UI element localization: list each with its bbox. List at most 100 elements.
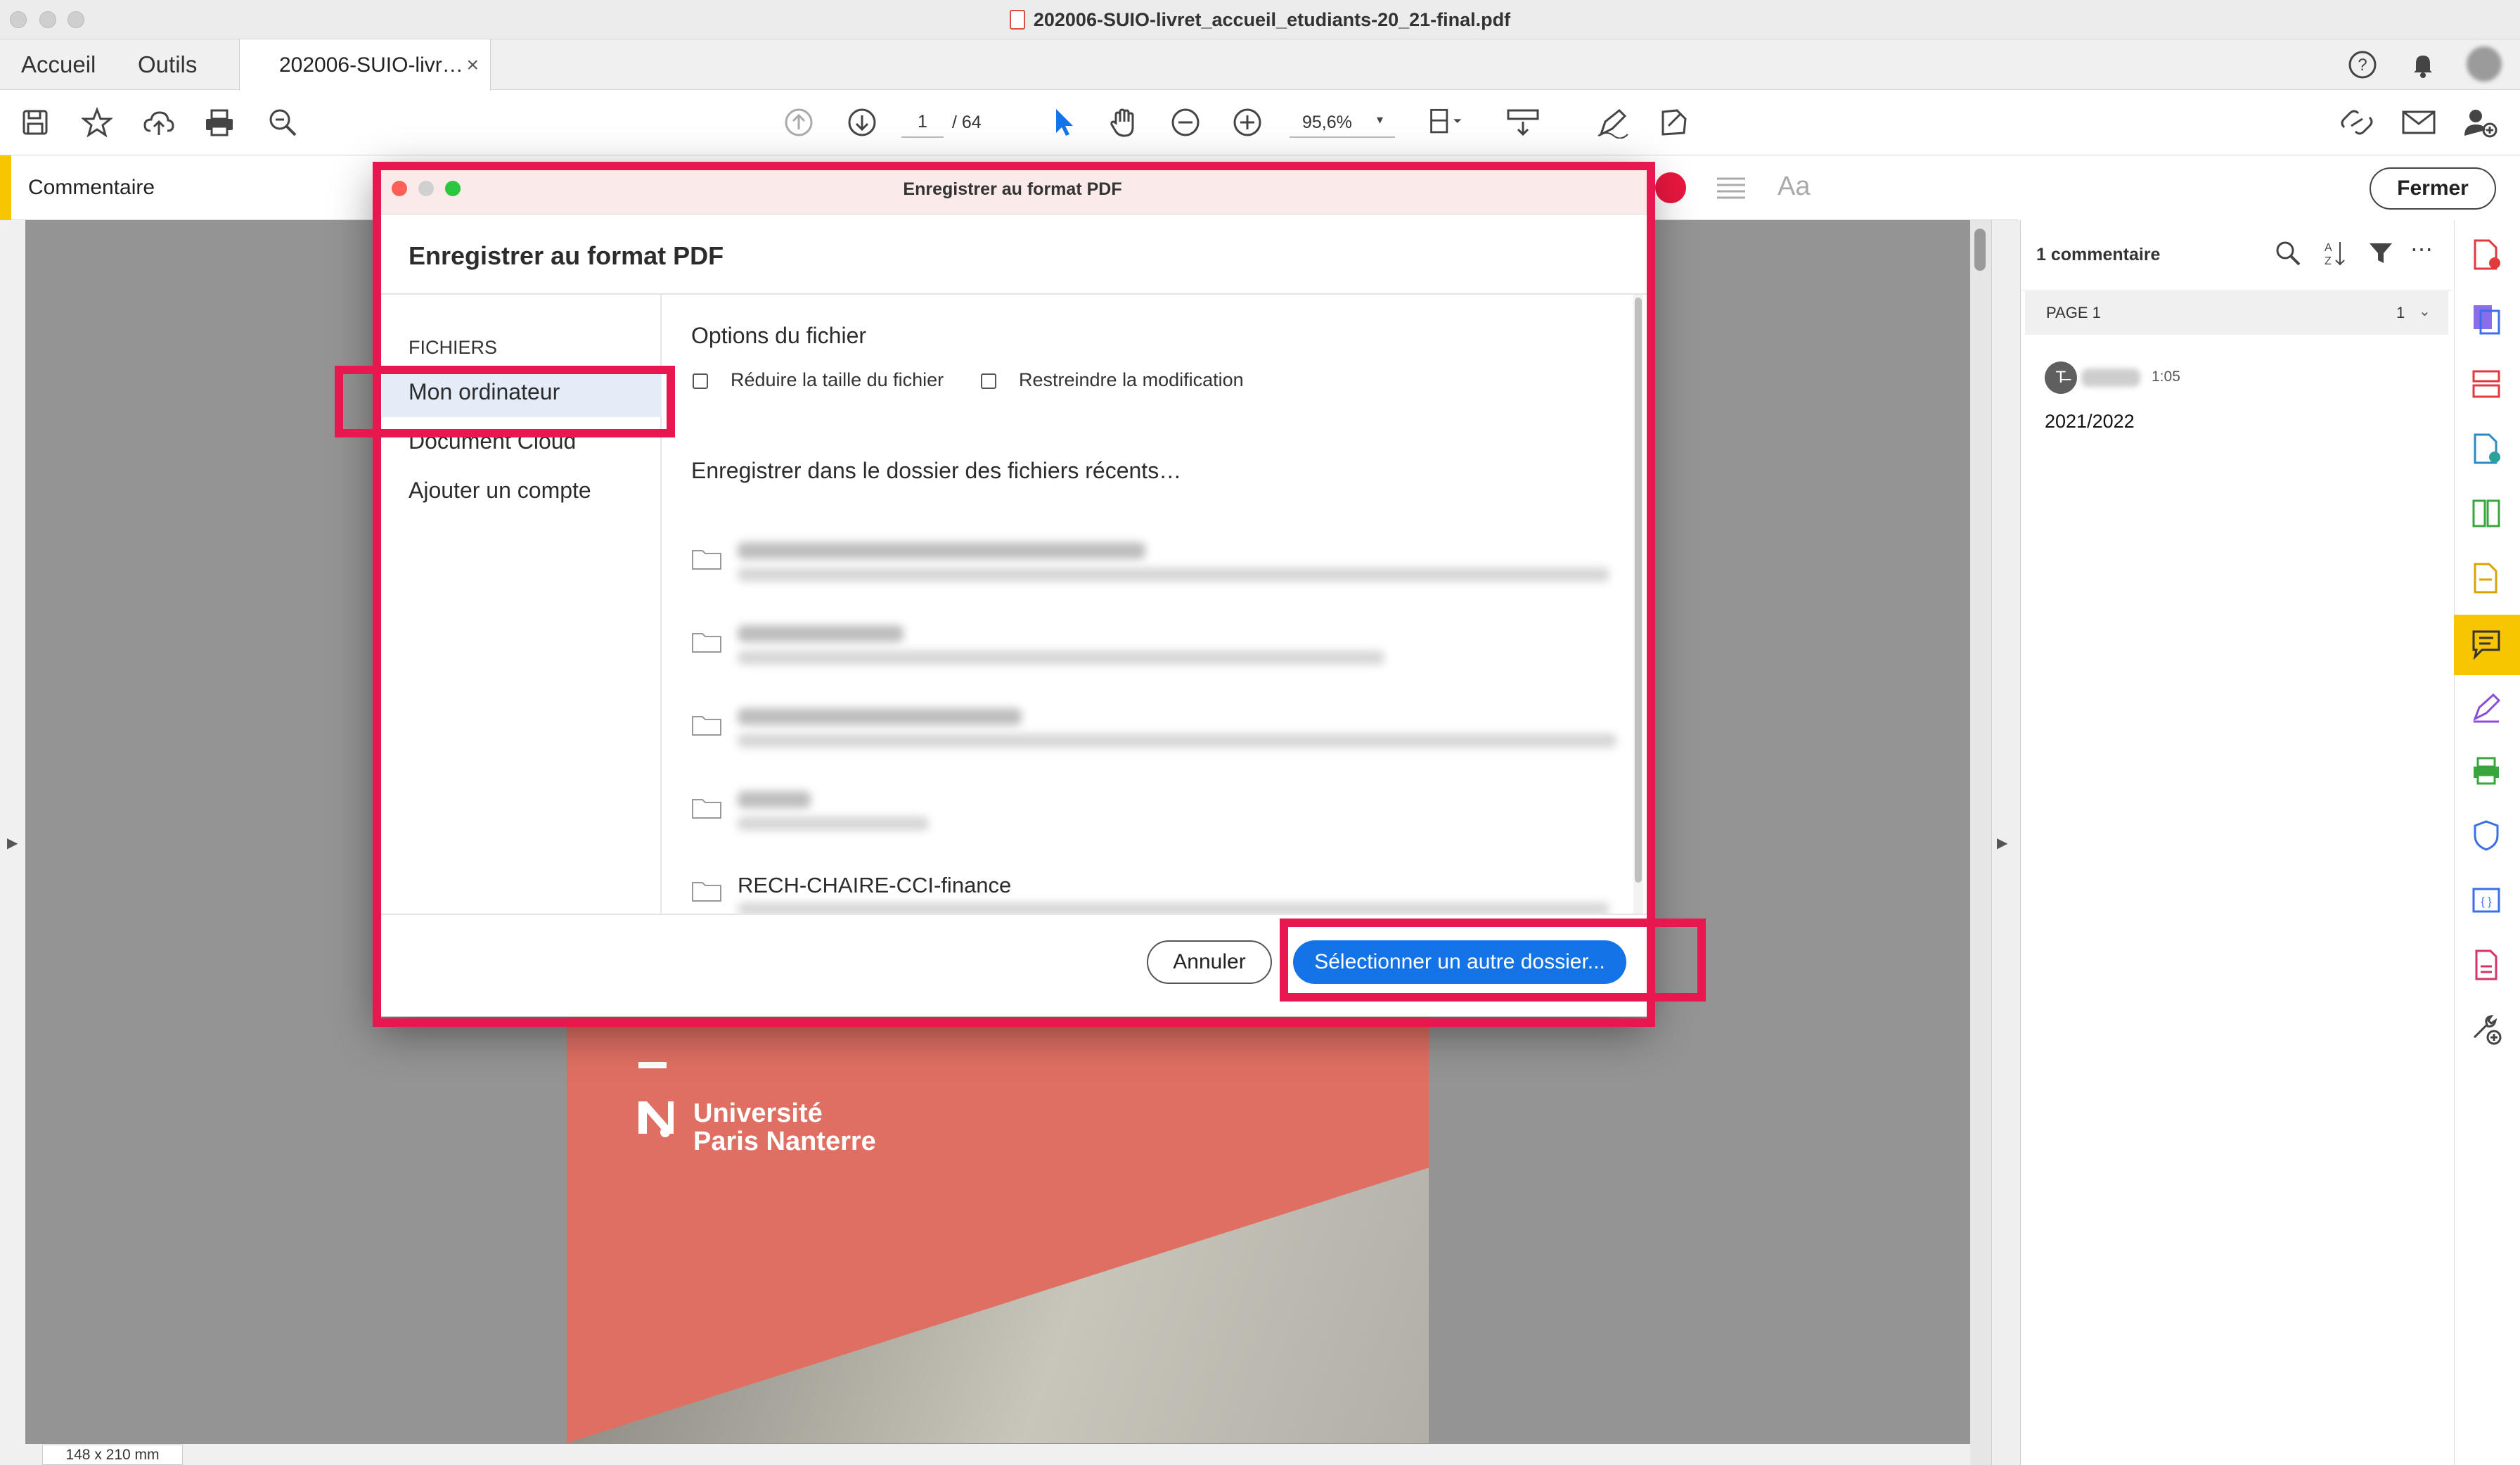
print-production-icon[interactable]: [2468, 947, 2505, 983]
email-icon[interactable]: [2400, 104, 2437, 141]
cancel-button[interactable]: Annuler: [1147, 940, 1272, 984]
recent-folder-name-redacted[interactable]: [738, 708, 1022, 725]
folder-icon: [691, 795, 722, 819]
zoom-in-icon[interactable]: [1229, 104, 1266, 141]
svg-text:A: A: [2325, 242, 2332, 254]
recent-folder-path-redacted: [738, 734, 1616, 748]
tab-home[interactable]: Accueil: [21, 39, 96, 90]
sign-icon[interactable]: [1595, 104, 1631, 141]
organize-pages-icon[interactable]: [2468, 366, 2505, 402]
more-options-icon[interactable]: ⋯: [2410, 238, 2441, 267]
scan-ocr-icon[interactable]: [2468, 753, 2505, 789]
recent-folder-path-redacted: [738, 651, 1384, 665]
folder-icon: [691, 712, 722, 736]
close-tab-button[interactable]: ×: [466, 39, 479, 91]
pdf-page-preview: Université Paris Nanterre: [567, 1013, 1429, 1443]
scroll-mode-icon[interactable]: [1505, 104, 1541, 141]
recent-folder-name-redacted[interactable]: [738, 542, 1145, 559]
dialog-scrollbar-thumb[interactable]: [1635, 298, 1642, 883]
recent-folder-name-redacted[interactable]: [738, 791, 811, 808]
chevron-down-icon[interactable]: ⌄: [2419, 302, 2431, 320]
more-tools-icon[interactable]: [2468, 1011, 2505, 1048]
recent-folder-path-redacted: [738, 568, 1609, 582]
recent-folder-name[interactable]: RECH-CHAIRE-CCI-finance: [738, 873, 1011, 898]
comment-count: 1 commentaire: [2036, 245, 2161, 264]
next-page-icon[interactable]: [844, 104, 880, 141]
reduce-size-checkbox[interactable]: [693, 373, 708, 389]
svg-text:?: ?: [2358, 56, 2367, 75]
color-picker-dot[interactable]: [1655, 172, 1686, 203]
previous-page-icon[interactable]: [780, 104, 817, 141]
export-pdf-icon[interactable]: [2468, 236, 2505, 273]
window-title-text: 202006-SUIO-livret_accueil_etudiants-20_…: [1033, 9, 1511, 30]
upload-cloud-icon[interactable]: [141, 104, 177, 141]
dialog-window-title: Enregistrer au format PDF: [903, 179, 1122, 199]
page-cover-shape: [567, 1013, 1429, 1443]
document-scrollbar[interactable]: [1970, 220, 1991, 1465]
folder-icon: [691, 546, 722, 570]
sidebar-item-document-cloud[interactable]: Document Cloud: [409, 428, 576, 454]
zoom-out-icon[interactable]: [1167, 104, 1204, 141]
restrict-editing-label[interactable]: Restreindre la modification: [1019, 369, 1244, 391]
expand-left-panel-icon[interactable]: ▶: [7, 834, 18, 852]
fill-sign-tool-icon[interactable]: [2468, 689, 2505, 726]
sidebar-section-header: FICHIERS: [409, 337, 498, 358]
comment-accent-bar: [0, 155, 11, 220]
text-style-button[interactable]: Aa: [1778, 172, 1810, 202]
recent-folders-title: Enregistrer dans le dossier des fichiers…: [691, 458, 1182, 483]
sidebar-item-add-account[interactable]: Ajouter un compte: [409, 478, 591, 504]
select-cursor-icon[interactable]: [1045, 104, 1081, 141]
share-link-icon[interactable]: [2339, 104, 2375, 141]
javascript-icon[interactable]: { }: [2468, 882, 2505, 919]
star-icon[interactable]: [79, 104, 115, 141]
recent-folder-name-redacted[interactable]: [738, 625, 904, 642]
print-icon[interactable]: [201, 104, 238, 141]
fill-form-icon[interactable]: [2468, 560, 2505, 596]
university-name-line2: Paris Nanterre: [693, 1127, 876, 1156]
protect-icon[interactable]: [2468, 817, 2505, 854]
help-icon[interactable]: ?: [2347, 49, 2378, 80]
page-fit-icon[interactable]: [1427, 104, 1464, 141]
svg-text:Z: Z: [2325, 255, 2332, 267]
page-number-input[interactable]: 1: [901, 105, 944, 138]
recent-folders-list[interactable]: RECH-CHAIRE-CCI-finance: [687, 528, 1629, 914]
comment-text[interactable]: 2021/2022: [2045, 411, 2135, 433]
line-style-icon[interactable]: [1716, 173, 1747, 201]
tab-document-label: 202006-SUIO-livr…: [279, 53, 463, 77]
chevron-down-icon: ▾: [1377, 113, 1384, 127]
select-other-folder-button[interactable]: Sélectionner un autre dossier...: [1293, 940, 1626, 984]
comment-tool-icon[interactable]: [2468, 626, 2505, 663]
zoom-search-icon[interactable]: [264, 104, 301, 141]
restrict-editing-checkbox[interactable]: [981, 373, 996, 389]
fill-sign-icon[interactable]: [1655, 104, 1692, 141]
user-avatar[interactable]: [2467, 46, 2502, 82]
add-user-icon[interactable]: [2462, 104, 2499, 141]
page-cover-dash: [638, 1062, 667, 1068]
tab-tools[interactable]: Outils: [138, 39, 197, 90]
reduce-size-label[interactable]: Réduire la taille du fichier: [731, 369, 944, 391]
sort-icon[interactable]: AZ: [2320, 239, 2348, 267]
status-bar: [25, 1444, 1970, 1465]
comment-time: 1:05: [2152, 369, 2180, 385]
close-comment-button[interactable]: Fermer: [2370, 167, 2496, 210]
strikethrough-comment-icon: T̶: [2045, 362, 2077, 394]
document-scrollbar-thumb[interactable]: [1974, 229, 1986, 271]
compare-icon[interactable]: [2468, 495, 2505, 532]
university-name-line1: Université: [693, 1099, 823, 1128]
bell-icon[interactable]: [2408, 49, 2438, 80]
search-comments-icon[interactable]: [2274, 239, 2302, 267]
tab-document[interactable]: 202006-SUIO-livr… ×: [239, 39, 491, 91]
filter-icon[interactable]: [2367, 239, 2395, 267]
comment-toolbar-title: Commentaire: [28, 176, 155, 199]
save-icon[interactable]: [17, 104, 53, 141]
pdf-file-icon: [1009, 10, 1025, 30]
zoom-dropdown[interactable]: 95,6% ▾: [1290, 105, 1395, 138]
comment-page-label: PAGE 1: [2046, 304, 2101, 321]
collapse-right-panel-icon[interactable]: ▶: [1997, 834, 2007, 852]
edit-pdf-icon[interactable]: [2468, 301, 2505, 338]
page-size-indicator: 148 x 210 mm: [42, 1445, 183, 1465]
create-pdf-icon[interactable]: [2468, 430, 2505, 467]
recent-folder-path-redacted: [738, 817, 929, 831]
hand-tool-icon[interactable]: [1105, 104, 1142, 141]
sidebar-item-my-computer[interactable]: Mon ordinateur: [409, 379, 560, 405]
